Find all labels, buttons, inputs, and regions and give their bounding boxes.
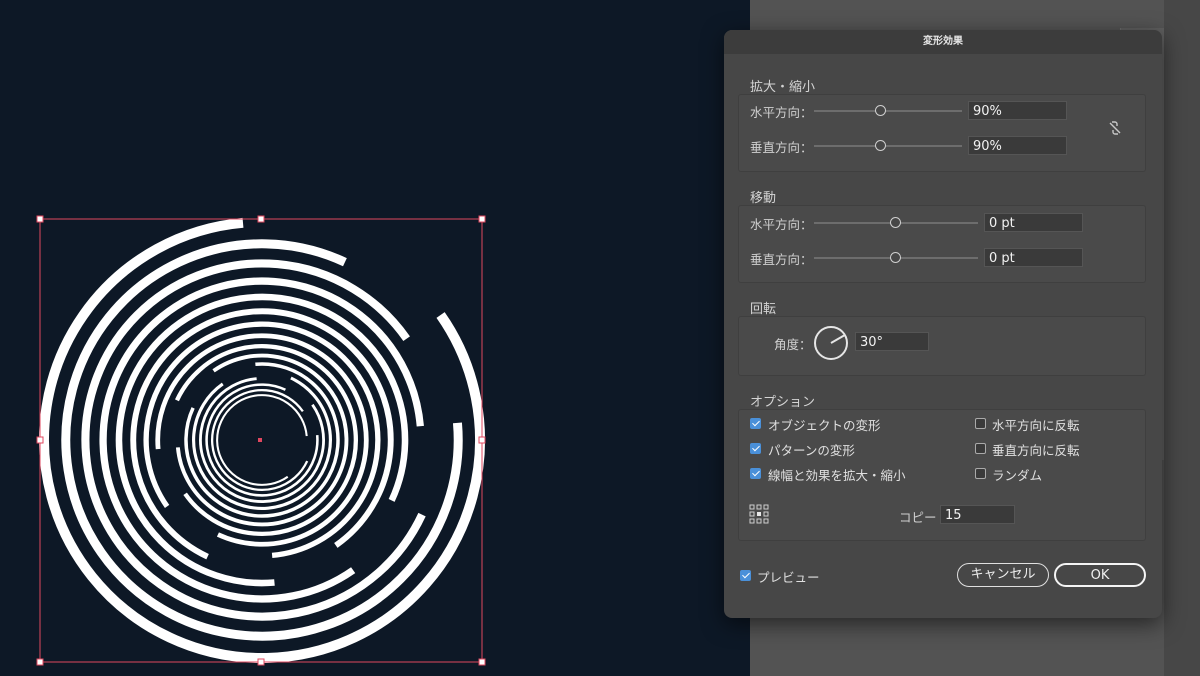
scale-group-label: 拡大・縮小 (750, 80, 816, 95)
ring-arc (175, 353, 349, 527)
reflect-x-label: 水平方向に反転 (992, 418, 1080, 433)
random-checkbox[interactable] (975, 468, 986, 479)
scale-vertical-label: 垂直方向： (750, 140, 813, 155)
transform-patterns-checkbox[interactable] (750, 443, 761, 454)
scale-horizontal-input[interactable]: 90% (968, 101, 1067, 120)
move-vertical-input[interactable]: 0 pt (984, 248, 1083, 267)
scale-horizontal-label: 水平方向： (750, 105, 813, 120)
reference-point-grid-icon[interactable] (749, 504, 769, 524)
copies-input[interactable]: 15 (940, 505, 1015, 524)
transform-patterns-label: パターンの変形 (768, 443, 855, 458)
move-vertical-slider-thumb[interactable] (890, 252, 901, 263)
ring-arc (184, 362, 340, 518)
rotate-group-label: 回転 (750, 302, 777, 317)
transform-objects-checkbox[interactable] (750, 418, 761, 429)
transform-objects-label: オブジェクトの変形 (768, 418, 881, 433)
scale-strokes-label: 線幅と効果を拡大・縮小 (768, 468, 906, 483)
cancel-button[interactable]: キャンセル (957, 563, 1049, 587)
preview-label: プレビュー (757, 570, 820, 585)
dialog-title[interactable]: 変形効果 (724, 30, 1162, 54)
random-label: ランダム (992, 468, 1043, 483)
scale-vertical-slider[interactable] (814, 145, 962, 147)
scale-horizontal-slider-thumb[interactable] (875, 105, 886, 116)
move-horizontal-label: 水平方向： (750, 217, 813, 232)
angle-input[interactable]: 30° (855, 332, 929, 351)
move-group-label: 移動 (750, 191, 777, 206)
scale-vertical-input[interactable]: 90% (968, 136, 1067, 155)
reflect-y-label: 垂直方向に反転 (992, 443, 1080, 458)
artboard-canvas[interactable] (0, 0, 750, 676)
scale-horizontal-slider[interactable] (814, 110, 962, 112)
background-panel-edge (1164, 0, 1200, 676)
spiral-artwork[interactable] (0, 0, 750, 676)
copies-label: コピー (899, 510, 937, 525)
angle-label: 角度： (774, 337, 812, 352)
preview-checkbox[interactable] (740, 570, 751, 581)
move-horizontal-slider-thumb[interactable] (890, 217, 901, 228)
transform-effect-dialog: 変形効果 拡大・縮小 水平方向： 90% 垂直方向： 90% 移動 水平方向： … (724, 30, 1162, 618)
move-horizontal-input[interactable]: 0 pt (984, 213, 1083, 232)
reflect-x-checkbox[interactable] (975, 418, 986, 429)
ok-button[interactable]: OK (1054, 563, 1146, 587)
reflect-y-checkbox[interactable] (975, 443, 986, 454)
ring-arc (192, 376, 332, 510)
move-vertical-label: 垂直方向： (750, 252, 813, 267)
scale-vertical-slider-thumb[interactable] (875, 140, 886, 151)
scale-strokes-checkbox[interactable] (750, 468, 761, 479)
angle-dial-icon[interactable] (813, 325, 849, 361)
options-group-label: オプション (750, 395, 816, 410)
link-broken-icon[interactable] (1107, 120, 1123, 136)
